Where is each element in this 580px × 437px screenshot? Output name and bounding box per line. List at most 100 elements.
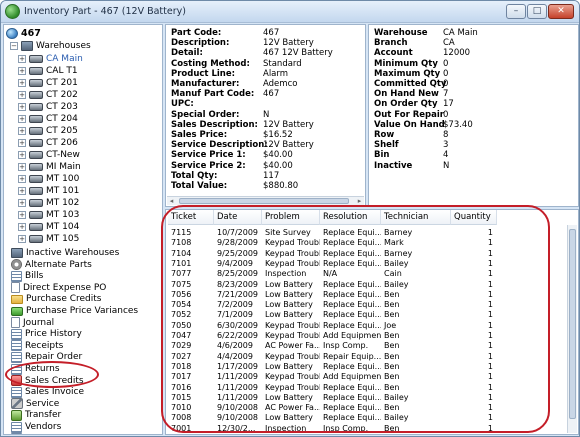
expand-icon[interactable]: +	[18, 151, 26, 159]
tree-warehouse-item[interactable]: + CT 203	[18, 101, 78, 113]
scroll-right-icon[interactable]: ▸	[355, 197, 364, 205]
tree-item[interactable]: Purchase Price Variances	[11, 305, 138, 317]
tree-warehouse-item[interactable]: + MI Main	[18, 161, 81, 173]
expand-icon[interactable]: +	[18, 91, 26, 99]
title-bar[interactable]: Inventory Part - 467 (12V Battery) – □ ✕	[1, 1, 579, 23]
part-detail-label: Product Line:	[171, 68, 236, 79]
expand-icon[interactable]: +	[18, 55, 26, 63]
expand-icon[interactable]: +	[18, 163, 26, 171]
part-detail-value: $16.52	[263, 130, 293, 140]
tree-item-label: Direct Expense PO	[23, 282, 107, 293]
tree-item[interactable]: Price History	[11, 328, 82, 340]
tree-warehouse-item[interactable]: + MT 105	[18, 233, 79, 245]
warehouse-detail-label: Minimum Qty	[374, 58, 438, 69]
expand-icon[interactable]: +	[18, 67, 26, 75]
tree-warehouse-item[interactable]: + CT 204	[18, 113, 78, 125]
part-detail-label: Total Value:	[171, 181, 228, 191]
tree-item-label: Repair Order	[25, 352, 83, 363]
minimize-button[interactable]: –	[506, 4, 526, 19]
tree-warehouse-item[interactable]: + CT 201	[18, 77, 78, 89]
scroll-thumb[interactable]	[569, 229, 576, 419]
scroll-thumb[interactable]	[179, 198, 349, 204]
tree-warehouse-item[interactable]: + CT 205	[18, 125, 78, 137]
tree-warehouse-label: MT 105	[46, 234, 80, 244]
part-detail-label: Sales Description:	[171, 119, 258, 130]
tree-item[interactable]: Service	[11, 398, 59, 410]
tree-item[interactable]: Vendors	[11, 421, 61, 433]
list-icon	[11, 351, 22, 363]
expand-icon[interactable]: +	[18, 127, 26, 135]
warehouse-details-panel: Warehouse CA Main Branch CA Account 12000 Mini…	[368, 24, 579, 207]
column-header[interactable]: Problem	[262, 210, 320, 225]
tree-item[interactable]: Bills	[11, 270, 43, 282]
vertical-scrollbar[interactable]	[567, 225, 577, 433]
tree-warehouse-item[interactable]: + CT 206	[18, 137, 78, 149]
tree-warehouse-item[interactable]: + MT 102	[18, 197, 79, 209]
truck-icon	[29, 151, 43, 159]
maximize-button[interactable]: □	[527, 4, 547, 19]
tree-item[interactable]: Transfer	[11, 409, 61, 421]
warehouse-detail-label: Shelf	[374, 140, 399, 151]
column-header[interactable]: Resolution	[320, 210, 381, 225]
part-detail-value: 12V Battery	[263, 38, 314, 49]
tree-warehouse-item[interactable]: + CAL T1	[18, 65, 78, 77]
expand-icon[interactable]: +	[18, 187, 26, 195]
tree-warehouse-item[interactable]: + CT-New	[18, 149, 80, 161]
tree-item[interactable]: Alternate Parts	[11, 259, 92, 271]
tree-warehouse-item[interactable]: + CT 202	[18, 89, 78, 101]
tree-warehouse-item[interactable]: + MT 103	[18, 209, 79, 221]
horizontal-scrollbar[interactable]: ◂ ▸	[167, 196, 364, 205]
tree-item-label: Receipts	[25, 340, 64, 351]
tree-item[interactable]: Inactive Warehouses	[11, 247, 119, 259]
column-header[interactable]: Technician	[381, 210, 451, 225]
warehouse-detail-value: CA Main	[443, 28, 478, 38]
scroll-left-icon[interactable]: ◂	[167, 197, 176, 205]
tree-item-label: Sales Credits	[25, 375, 84, 386]
tree-item[interactable]: Journal	[11, 317, 54, 329]
part-detail-label: Total Qty:	[171, 170, 218, 181]
expand-icon[interactable]: +	[18, 211, 26, 219]
tree-warehouse-item[interactable]: + MT 100	[18, 173, 79, 185]
expand-icon[interactable]: +	[18, 103, 26, 111]
tree-warehouse-item[interactable]: + CA Main	[18, 53, 83, 65]
expand-icon[interactable]: +	[18, 139, 26, 147]
tree-warehouse-item[interactable]: + MT 104	[18, 221, 79, 233]
tree-item-label: Returns	[25, 364, 60, 374]
tree-item[interactable]: Receipts	[11, 340, 63, 352]
expand-icon[interactable]: +	[18, 223, 26, 231]
column-header[interactable]: Ticket	[168, 210, 214, 225]
truck-icon	[29, 115, 43, 123]
tree-item[interactable]: Repair Order	[11, 351, 82, 363]
tree-warehouse-label: CT 203	[46, 102, 78, 112]
expand-icon[interactable]: +	[18, 175, 26, 183]
truck-icon	[29, 187, 43, 195]
table-cell: 12/30/2...	[217, 423, 256, 433]
tree-item[interactable]: Direct Expense PO	[11, 282, 106, 294]
column-header[interactable]: Date	[214, 210, 262, 225]
collapse-icon[interactable]: −	[10, 42, 18, 50]
table-cell: Insp Comp.	[323, 423, 369, 433]
tree-item[interactable]: Documents	[11, 433, 76, 434]
tree-item[interactable]: Sales Invoice	[11, 386, 84, 398]
close-button[interactable]: ✕	[548, 4, 574, 19]
navigation-tree: 467 − Warehouses + CA Main + CAL T1 + CT 201 +…	[3, 24, 163, 435]
tree-item[interactable]: Sales Credits	[11, 375, 84, 387]
tree-warehouses[interactable]: − Warehouses	[10, 40, 91, 52]
tree-item[interactable]: Purchase Credits	[11, 293, 102, 305]
tree-warehouse-label: CT 202	[46, 90, 78, 100]
folder-icon	[11, 294, 23, 304]
expand-icon[interactable]: +	[18, 79, 26, 87]
tree-root[interactable]: 467	[6, 27, 41, 39]
tree-warehouse-item[interactable]: + MT 101	[18, 185, 79, 197]
truck-icon	[29, 91, 43, 99]
tree-item[interactable]: Returns	[11, 363, 60, 375]
part-detail-label: Service Price 2:	[171, 160, 246, 171]
tree-warehouse-label: CT 206	[46, 138, 78, 148]
expand-icon[interactable]: +	[18, 235, 26, 243]
part-detail-label: Manuf Part Code:	[171, 89, 255, 100]
expand-icon[interactable]: +	[18, 115, 26, 123]
expand-icon[interactable]: +	[18, 199, 26, 207]
warehouse-detail-value: 0	[443, 68, 449, 79]
window-title: Inventory Part - 467 (12V Battery)	[24, 6, 186, 17]
column-header[interactable]: Quantity	[451, 210, 497, 225]
